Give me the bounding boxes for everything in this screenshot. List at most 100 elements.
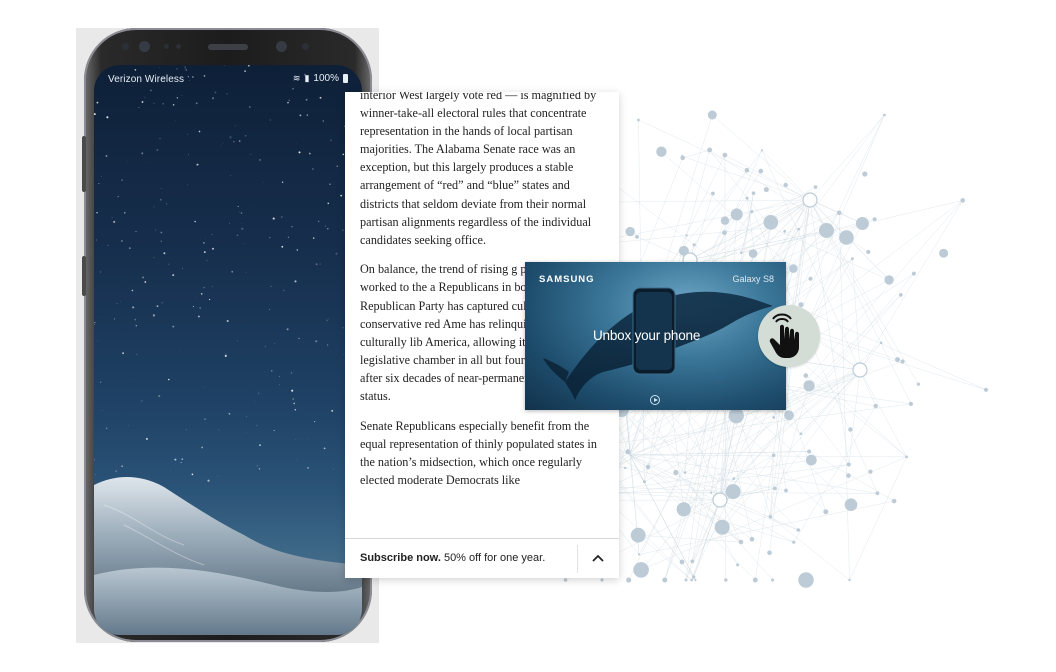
star: [195, 102, 198, 105]
star: [94, 323, 96, 325]
star: [330, 139, 332, 141]
star: [269, 309, 270, 310]
star: [237, 340, 238, 342]
star: [199, 306, 202, 309]
star: [160, 187, 162, 189]
chevron-up-icon[interactable]: [590, 550, 606, 566]
star: [94, 321, 96, 324]
network-node: [823, 509, 829, 515]
network-hub: [802, 192, 818, 208]
star: [336, 165, 339, 167]
network-node: [873, 403, 878, 409]
phone-screen: Verizon Wireless ≋ ▮ 100%: [94, 65, 362, 635]
star: [187, 184, 189, 186]
star: [305, 98, 308, 101]
network-node: [690, 559, 695, 564]
star: [323, 447, 326, 450]
star: [188, 154, 189, 156]
network-node: [600, 578, 604, 582]
star: [117, 195, 119, 198]
star: [105, 155, 108, 157]
star: [319, 263, 321, 265]
star: [291, 389, 294, 392]
network-node: [891, 498, 897, 504]
subscribe-cta[interactable]: Subscribe now.: [360, 552, 441, 564]
star: [295, 439, 297, 441]
star: [264, 346, 266, 348]
network-node: [768, 515, 773, 519]
network-edge: [793, 405, 876, 543]
star: [144, 281, 147, 283]
network-node: [692, 575, 696, 579]
samsung-ad[interactable]: SAMSUNG Galaxy S8 Unbox your phone: [525, 262, 786, 410]
network-node: [848, 578, 851, 582]
star: [298, 337, 300, 340]
star: [198, 315, 200, 318]
star: [105, 427, 108, 430]
network-node: [625, 449, 631, 455]
star: [196, 163, 199, 166]
star: [225, 353, 227, 355]
status-bar: Verizon Wireless ≋ ▮ 100%: [94, 65, 362, 89]
star: [279, 376, 281, 378]
network-node: [645, 464, 651, 470]
star: [135, 230, 137, 233]
article-paragraph: interior West largely vote red — is magn…: [360, 92, 597, 247]
phone-bottom-bezel: [84, 606, 372, 642]
star: [214, 91, 217, 94]
star: [131, 289, 134, 292]
star: [306, 114, 309, 116]
star: [329, 183, 331, 186]
star: [196, 296, 198, 298]
network-node: [707, 110, 717, 120]
sensor-icon: [302, 43, 309, 50]
star: [244, 135, 247, 137]
star: [185, 428, 187, 430]
network-node: [808, 276, 813, 281]
network-node: [750, 210, 754, 214]
ad-headline[interactable]: Unbox your phone: [593, 328, 700, 343]
starry-sky: [94, 65, 362, 482]
sensor-icon: [122, 43, 129, 50]
subscribe-text[interactable]: Subscribe now. 50% off for one year.: [360, 552, 545, 564]
star: [287, 236, 289, 238]
star: [132, 306, 135, 309]
star: [194, 220, 196, 223]
network-node: [879, 341, 883, 344]
star: [180, 461, 182, 464]
divider: [577, 545, 578, 573]
network-node: [783, 182, 788, 188]
network-node: [749, 536, 755, 542]
star: [218, 429, 220, 431]
network-node: [563, 578, 568, 582]
star: [160, 199, 162, 201]
network-node: [771, 453, 776, 458]
star: [145, 437, 148, 440]
volume-button: [82, 136, 86, 192]
star: [100, 271, 101, 273]
network-node: [724, 578, 728, 582]
network-node: [784, 410, 794, 421]
network-node: [692, 243, 696, 247]
network-node: [748, 249, 758, 258]
network-node: [872, 217, 877, 222]
star: [270, 285, 272, 288]
play-icon[interactable]: [650, 395, 660, 405]
ad-brand: SAMSUNG: [539, 274, 595, 285]
network-node: [836, 210, 842, 216]
star: [223, 143, 224, 145]
network-node: [760, 149, 763, 152]
star: [192, 306, 194, 307]
network-node: [732, 477, 736, 480]
network-node: [714, 519, 730, 535]
star: [113, 318, 116, 320]
star: [342, 327, 344, 329]
star: [153, 206, 155, 208]
star: [312, 237, 315, 239]
network-edge: [724, 154, 811, 201]
subscribe-bar[interactable]: Subscribe now. 50% off for one year.: [345, 538, 619, 578]
star: [165, 203, 168, 205]
network-edge: [849, 456, 907, 581]
network-node: [803, 380, 815, 392]
network-node: [783, 229, 787, 233]
